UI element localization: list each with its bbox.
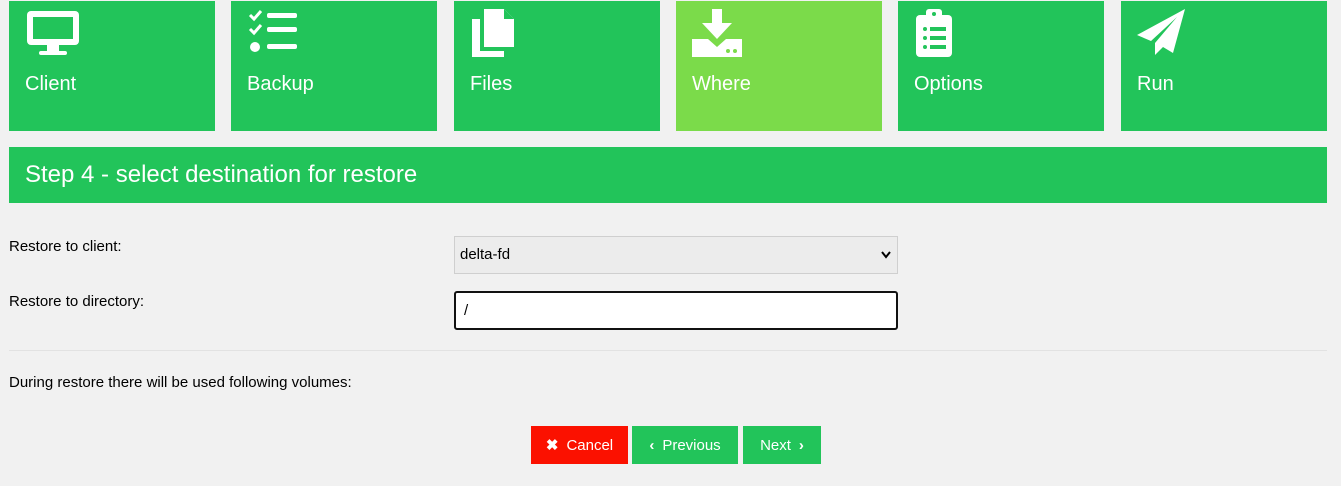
- chevron-right-icon: ›: [798, 436, 804, 454]
- step-files[interactable]: Files: [454, 1, 660, 131]
- chevron-left-icon: ‹: [649, 436, 655, 454]
- cancel-button[interactable]: ✖ Cancel: [531, 426, 628, 464]
- cancel-button-label: Cancel: [566, 436, 614, 454]
- step-files-label: Files: [470, 73, 513, 95]
- step-where-label: Where: [692, 73, 751, 95]
- paper-plane-icon: [1137, 9, 1185, 55]
- restore-directory-input[interactable]: [454, 291, 898, 330]
- step-run[interactable]: Run: [1121, 1, 1327, 131]
- close-icon: ✖: [545, 437, 559, 454]
- restore-client-label: Restore to client:: [9, 238, 122, 255]
- step-client[interactable]: Client: [9, 1, 215, 131]
- next-button[interactable]: Next ›: [743, 426, 821, 464]
- page-title: Step 4 - select destination for restore: [25, 161, 418, 188]
- previous-button-label: Previous: [662, 436, 721, 454]
- step-backup-label: Backup: [247, 73, 314, 95]
- divider: [9, 350, 1327, 351]
- step-options[interactable]: Options: [898, 1, 1104, 131]
- wizard-steps: Client Backup Files Where Options Run: [9, 1, 1327, 131]
- step-title-bar: Step 4 - select destination for restore: [9, 147, 1327, 203]
- step-run-label: Run: [1137, 73, 1174, 95]
- step-client-label: Client: [25, 73, 77, 95]
- next-button-label: Next: [760, 436, 791, 454]
- step-where[interactable]: Where: [676, 1, 882, 131]
- volumes-note: During restore there will be used follow…: [9, 374, 352, 391]
- restore-client-select[interactable]: delta-fd: [454, 236, 898, 274]
- download-drive-icon: [692, 9, 742, 57]
- restore-client-value: delta-fd: [460, 246, 511, 263]
- files-icon: [472, 9, 514, 57]
- checklist-icon: [248, 10, 297, 52]
- step-backup[interactable]: Backup: [231, 1, 437, 131]
- chevron-down-icon: [881, 251, 891, 259]
- clipboard-list-icon: [916, 9, 952, 57]
- monitor-icon: [27, 11, 79, 55]
- step-options-label: Options: [914, 73, 983, 95]
- restore-directory-label: Restore to directory:: [9, 293, 145, 310]
- previous-button[interactable]: ‹ Previous: [632, 426, 738, 464]
